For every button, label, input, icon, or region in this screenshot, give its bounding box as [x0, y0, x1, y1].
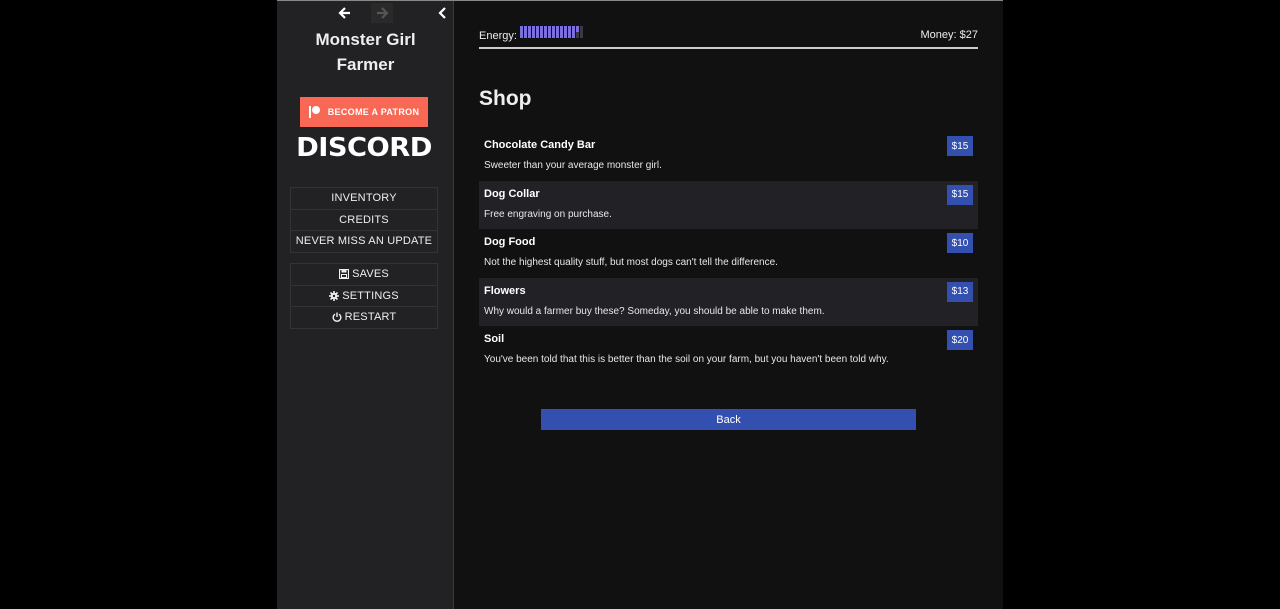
energy-pip [560, 35, 563, 38]
arrow-left-icon [338, 7, 350, 19]
buy-button[interactable]: $10 [947, 233, 973, 254]
shop-item: Chocolate Candy Bar Sweeter than your av… [479, 132, 978, 181]
energy-pip [580, 35, 583, 38]
money-label: Money: $27 [920, 29, 978, 41]
energy-pip [520, 35, 523, 38]
discord-link[interactable]: DISCORD [296, 133, 432, 163]
history-forward-button[interactable] [371, 3, 393, 23]
menu-item-inventory[interactable]: INVENTORY [290, 188, 438, 210]
item-description: Not the highest quality stuff, but most … [484, 257, 778, 269]
buy-button[interactable]: $15 [947, 184, 973, 205]
buy-button[interactable]: $20 [947, 330, 973, 351]
story-title-line-2: Farmer [336, 55, 395, 74]
item-description: Why would a farmer buy these? Someday, y… [484, 305, 825, 317]
shop-item: Soil You've been told that this is bette… [479, 326, 978, 375]
system-menu: SAVES SETTINGS RESTART [290, 263, 438, 329]
page-title: Shop [479, 87, 532, 110]
gear-icon [329, 290, 340, 301]
energy-pip [548, 35, 551, 38]
energy-meter [520, 26, 650, 38]
energy-pip [528, 35, 531, 38]
history-back-button[interactable] [334, 3, 356, 23]
main-menu: INVENTORY CREDITS NEVER MISS AN UPDATE [290, 187, 438, 253]
energy-pip [540, 35, 543, 38]
shop-list: Chocolate Candy Bar Sweeter than your av… [479, 132, 978, 375]
sidebar-collapse-button[interactable] [432, 3, 454, 23]
shop-item: Dog Collar Free engraving on purchase. $… [479, 180, 978, 230]
status-bar: Energy: Money: $27 [479, 26, 978, 49]
arrow-right-icon [377, 7, 389, 19]
patron-label: BECOME A PATRON [327, 107, 420, 117]
menu-item-saves[interactable]: SAVES [290, 264, 438, 286]
item-description: You've been told that this is better tha… [484, 354, 889, 366]
buy-button[interactable]: $15 [947, 136, 973, 156]
settings-label: SETTINGS [342, 289, 399, 302]
back-button[interactable]: Back [541, 409, 916, 430]
item-name: Dog Food [484, 236, 536, 249]
item-name: Dog Collar [484, 187, 540, 200]
shop-item: Dog Food Not the highest quality stuff, … [479, 229, 978, 278]
item-name: Flowers [484, 284, 526, 297]
energy-pip [576, 35, 579, 38]
item-description: Free engraving on purchase. [484, 208, 612, 220]
chevron-left-icon [438, 7, 446, 19]
save-icon [339, 269, 350, 280]
energy-pip [544, 35, 547, 38]
energy-pip [568, 35, 571, 38]
become-patron-button[interactable]: BECOME A PATRON [300, 97, 428, 127]
menu-item-credits[interactable]: CREDITS [290, 209, 438, 231]
item-description: Sweeter than your average monster girl. [484, 160, 662, 171]
energy-pip [536, 35, 539, 38]
saves-label: SAVES [352, 268, 389, 281]
patreon-icon [308, 106, 320, 118]
menu-item-settings[interactable]: SETTINGS [290, 285, 438, 307]
item-name: Soil [484, 333, 505, 346]
energy-label: Energy: [479, 30, 517, 42]
energy-pip [524, 35, 527, 38]
menu-item-never-miss-update[interactable]: NEVER MISS AN UPDATE [290, 231, 438, 253]
restart-label: RESTART [344, 311, 397, 324]
energy-pip [564, 35, 567, 38]
story-title-line-1: Monster Girl [315, 30, 416, 49]
main-passage: Energy: Money: $27 Shop Chocolate Candy … [479, 1, 979, 609]
game-window: Monster Girl Farmer BECOME A PATRON DISC… [277, 0, 1003, 609]
buy-button[interactable]: $13 [947, 281, 973, 302]
power-icon [332, 312, 342, 323]
item-name: Chocolate Candy Bar [484, 139, 596, 151]
energy-pip [532, 35, 535, 38]
sidebar: Monster Girl Farmer BECOME A PATRON DISC… [277, 1, 454, 609]
story-title: Monster Girl Farmer [277, 27, 454, 77]
menu-item-restart[interactable]: RESTART [290, 307, 438, 329]
energy-pip [556, 35, 559, 38]
shop-item: Flowers Why would a farmer buy these? So… [479, 277, 978, 327]
energy-pip [552, 35, 555, 38]
energy-pip [572, 35, 575, 38]
